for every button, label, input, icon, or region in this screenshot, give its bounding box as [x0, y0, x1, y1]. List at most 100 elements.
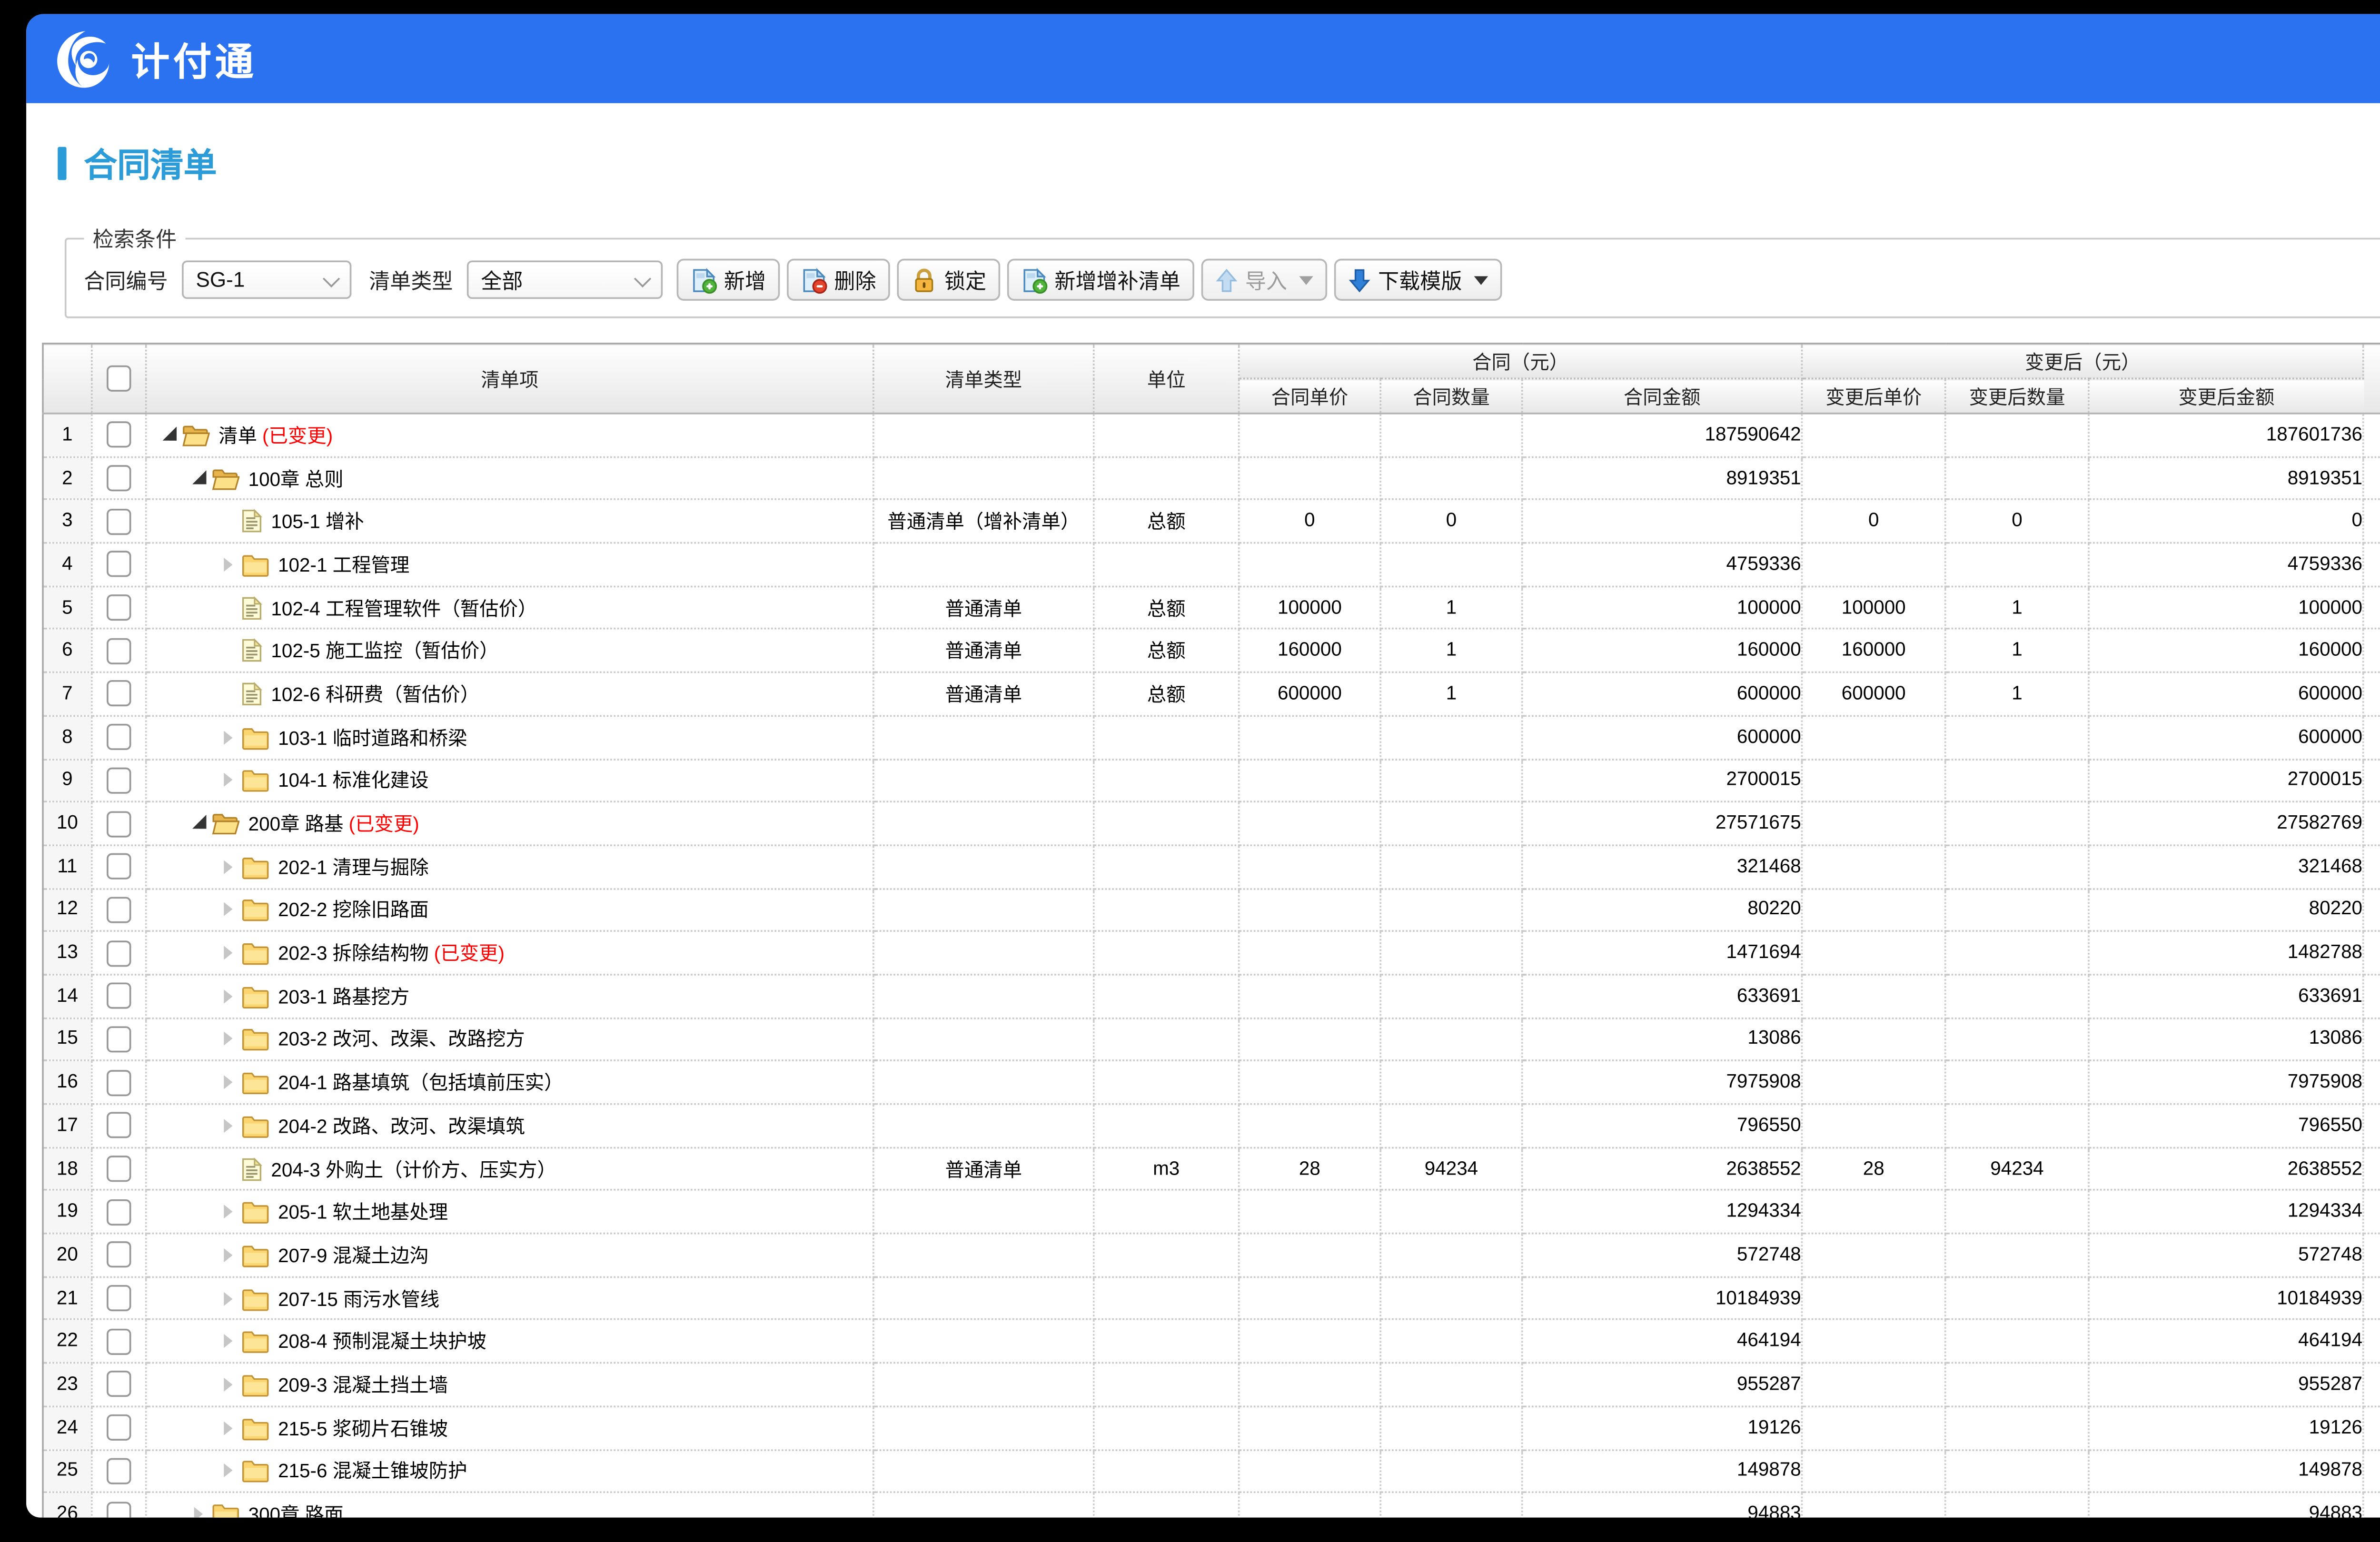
row-checkbox[interactable] [107, 1242, 131, 1268]
import-button[interactable]: 导入 [1201, 259, 1328, 301]
expand-node-icon[interactable] [187, 1503, 208, 1517]
item-name[interactable]: 202-1 清理与掘除 [278, 853, 429, 881]
row-checkbox[interactable] [107, 940, 131, 966]
expand-node-icon[interactable] [217, 1245, 238, 1265]
col-header-status: 状态 [2363, 344, 2380, 414]
contract-no-select[interactable]: SG-1 [182, 260, 351, 299]
expand-node-icon[interactable] [217, 856, 238, 877]
expand-node-icon[interactable] [217, 1331, 238, 1352]
item-name[interactable]: 102-5 施工监控（暂估价） [271, 637, 498, 665]
item-name[interactable]: 清单 [218, 421, 257, 449]
add-button[interactable]: 新增 [677, 259, 780, 301]
change-amount-cell: 572748 [2089, 1234, 2363, 1277]
list-type-select[interactable]: 全部 [467, 260, 663, 299]
item-name[interactable]: 102-1 工程管理 [278, 551, 409, 579]
item-name[interactable]: 105-1 增补 [271, 507, 364, 535]
row-checkbox[interactable] [107, 594, 131, 621]
row-checkbox-cell [92, 586, 146, 630]
item-name[interactable]: 203-1 路基挖方 [278, 982, 409, 1010]
expand-node-icon[interactable] [217, 554, 238, 575]
select-all-checkbox[interactable] [107, 366, 131, 392]
change-amount-cell: 8919351 [2089, 456, 2363, 500]
row-checkbox[interactable] [107, 1372, 131, 1398]
expand-node-icon[interactable] [217, 1461, 238, 1482]
item-name[interactable]: 200章 路基 [248, 810, 344, 838]
table-row: 15203-2 改河、改渠、改路挖方1308613086未固化 [43, 1018, 2380, 1061]
download-template-button[interactable]: 下载模版 [1334, 259, 1502, 301]
expand-node-icon[interactable] [217, 1201, 238, 1222]
change-amount-value: 600000 [2298, 727, 2362, 748]
delete-button[interactable]: 删除 [787, 259, 890, 301]
row-checkbox[interactable] [107, 1501, 131, 1518]
expand-node-icon[interactable] [217, 1374, 238, 1395]
item-name[interactable]: 102-6 科研费（暂估价） [271, 680, 479, 708]
row-checkbox[interactable] [107, 638, 131, 664]
item-name[interactable]: 202-3 拆除结构物 [278, 939, 429, 967]
table-row: 17204-2 改路、改河、改渠填筑796550796550未固化 [43, 1104, 2380, 1147]
row-checkbox[interactable] [107, 681, 131, 707]
toolbar: 新增 删除 [670, 259, 1502, 301]
item-name[interactable]: 300章 路面 [248, 1500, 344, 1518]
collapse-node-icon[interactable] [187, 468, 208, 489]
expand-node-icon[interactable] [217, 900, 238, 920]
expand-node-icon[interactable] [217, 727, 238, 748]
row-checkbox[interactable] [107, 983, 131, 1009]
row-checkbox[interactable] [107, 767, 131, 793]
add-supplement-button[interactable]: 新增增补清单 [1007, 259, 1194, 301]
item-name[interactable]: 102-4 工程管理软件（暂估价） [271, 593, 537, 622]
folder-closed-icon [241, 941, 269, 965]
expand-node-icon[interactable] [217, 1072, 238, 1093]
collapse-node-icon[interactable] [158, 425, 178, 445]
item-name[interactable]: 208-4 预制混凝土块护坡 [278, 1327, 486, 1355]
list-type-cell [873, 716, 1094, 759]
expand-node-icon[interactable] [217, 1115, 238, 1136]
row-checkbox[interactable] [107, 552, 131, 578]
row-checkbox[interactable] [107, 1113, 131, 1139]
row-checkbox[interactable] [107, 1414, 131, 1441]
item-cell: 203-1 路基挖方 [146, 975, 873, 1018]
row-checkbox[interactable] [107, 1285, 131, 1311]
expand-node-icon[interactable] [217, 942, 238, 963]
expand-node-icon[interactable] [217, 986, 238, 1007]
row-checkbox-cell [92, 1147, 146, 1190]
row-checkbox[interactable] [107, 1328, 131, 1354]
item-name[interactable]: 215-6 混凝土锥坡防护 [278, 1457, 467, 1485]
contract-qty-cell [1380, 759, 1522, 802]
expand-node-icon[interactable] [217, 1029, 238, 1050]
item-name[interactable]: 203-2 改河、改渠、改路挖方 [278, 1025, 525, 1053]
row-checkbox[interactable] [107, 1156, 131, 1182]
item-name[interactable]: 100章 总则 [248, 464, 344, 492]
row-checkbox[interactable] [107, 422, 131, 448]
row-checkbox[interactable] [107, 811, 131, 837]
row-checkbox[interactable] [107, 508, 131, 534]
row-checkbox[interactable] [107, 1026, 131, 1052]
contract-amount-cell: 7975908 [1522, 1061, 1802, 1104]
row-checkbox[interactable] [107, 897, 131, 923]
row-checkbox[interactable] [107, 1199, 131, 1225]
item-name[interactable]: 207-15 雨污水管线 [278, 1285, 439, 1313]
change-qty-value: 0 [2012, 511, 2023, 532]
lock-button[interactable]: 锁定 [897, 259, 1001, 301]
row-checkbox[interactable] [107, 1458, 131, 1484]
item-name[interactable]: 205-1 软土地基处理 [278, 1198, 448, 1226]
row-checkbox[interactable] [107, 465, 131, 491]
row-checkbox[interactable] [107, 724, 131, 750]
row-checkbox[interactable] [107, 853, 131, 880]
item-name[interactable]: 104-1 标准化建设 [278, 766, 429, 794]
table-row: 2100章 总则89193518919351未固化 [43, 456, 2380, 500]
expand-node-icon[interactable] [217, 1417, 238, 1438]
expand-node-icon[interactable] [217, 770, 238, 791]
collapse-node-icon[interactable] [187, 813, 208, 834]
item-name[interactable]: 209-3 混凝土挡土墙 [278, 1371, 448, 1399]
item-name[interactable]: 103-1 临时道路和桥梁 [278, 723, 467, 751]
list-type-value: 普通清单（增补清单） [887, 513, 1080, 534]
unit-cell [1094, 456, 1239, 500]
item-name[interactable]: 204-3 外购土（计价方、压实方） [271, 1155, 556, 1183]
expand-node-icon[interactable] [217, 1288, 238, 1309]
item-name[interactable]: 202-2 挖除旧路面 [278, 896, 429, 924]
item-name[interactable]: 204-2 改路、改河、改渠填筑 [278, 1112, 525, 1140]
row-checkbox[interactable] [107, 1069, 131, 1096]
item-name[interactable]: 207-9 混凝土边沟 [278, 1241, 429, 1269]
item-name[interactable]: 215-5 浆砌片石锥坡 [278, 1414, 448, 1442]
item-name[interactable]: 204-1 路基填筑（包括填前压实） [278, 1068, 564, 1097]
